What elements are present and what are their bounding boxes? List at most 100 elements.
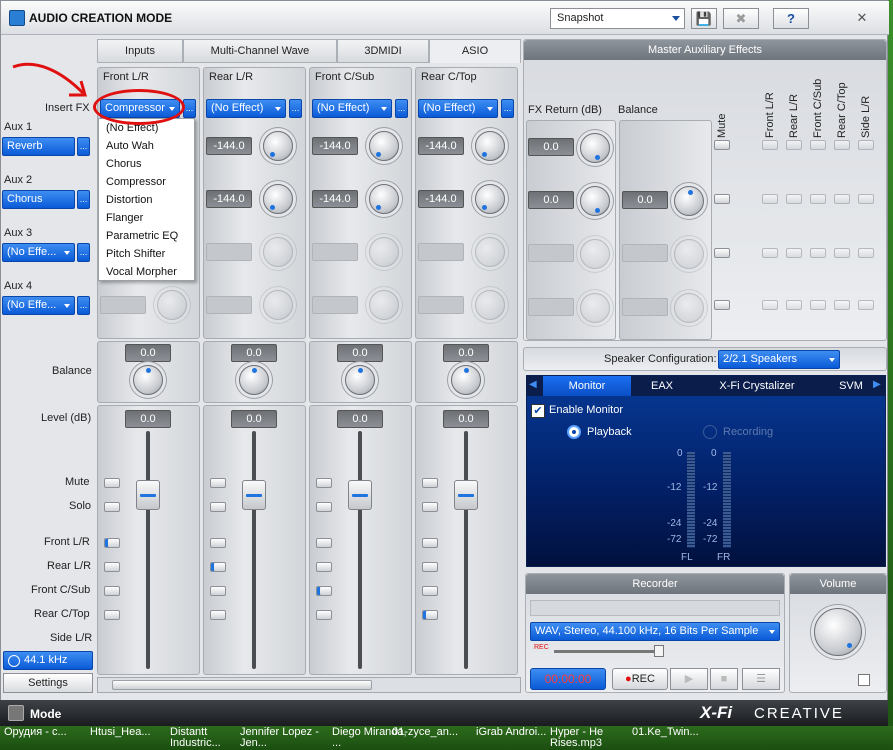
route-button[interactable]: [210, 586, 226, 596]
balance-knob[interactable]: [239, 365, 269, 395]
balance-knob[interactable]: [133, 365, 163, 395]
solo-button[interactable]: [316, 502, 332, 512]
master-route-button[interactable]: [810, 248, 826, 258]
fx-return-knob-2[interactable]: [580, 186, 610, 216]
recorder-position-thumb[interactable]: [654, 645, 664, 657]
solo-button[interactable]: [422, 502, 438, 512]
tab-multi-channel-wave[interactable]: Multi-Channel Wave: [183, 39, 337, 63]
scrollbar-thumb[interactable]: [112, 680, 372, 690]
play-button[interactable]: ▶: [670, 668, 708, 690]
master-route-button[interactable]: [834, 248, 850, 258]
master-route-button[interactable]: [786, 140, 802, 150]
insert-fx-more-button[interactable]: ...: [289, 99, 302, 118]
sample-rate-select[interactable]: 44.1 kHz: [3, 651, 93, 670]
strips-scrollbar[interactable]: [97, 677, 521, 693]
tab-asio[interactable]: ASIO: [429, 39, 521, 63]
level-fader-thumb[interactable]: [136, 480, 160, 510]
solo-button[interactable]: [210, 502, 226, 512]
aux3-more-button[interactable]: ...: [77, 243, 90, 262]
master-mute-button[interactable]: [714, 194, 730, 204]
master-route-button[interactable]: [858, 248, 874, 258]
aux-send-knob[interactable]: [369, 131, 399, 161]
stop-button[interactable]: ■: [710, 668, 738, 690]
master-mute-button[interactable]: [714, 248, 730, 258]
taskbar-item[interactable]: 01.Ke_Twin...: [632, 727, 702, 738]
master-route-button[interactable]: [762, 140, 778, 150]
master-route-button[interactable]: [762, 194, 778, 204]
master-route-button[interactable]: [858, 300, 874, 310]
playback-radio[interactable]: [567, 425, 581, 439]
recorder-format-select[interactable]: WAV, Stereo, 44.100 kHz, 16 Bits Per Sam…: [530, 622, 780, 641]
delete-snapshot-button[interactable]: ✖: [723, 8, 759, 29]
close-button[interactable]: ✕: [847, 8, 877, 29]
route-button[interactable]: [104, 538, 120, 548]
tab-left-arrow-icon[interactable]: ◀: [529, 379, 537, 390]
master-route-button[interactable]: [834, 194, 850, 204]
taskbar-item[interactable]: 01-zyce_an...: [392, 727, 472, 738]
master-route-button[interactable]: [786, 300, 802, 310]
insert-fx-select[interactable]: (No Effect): [312, 99, 392, 118]
level-fader-thumb[interactable]: [454, 480, 478, 510]
level-fader-track[interactable]: [146, 431, 150, 669]
master-route-button[interactable]: [786, 248, 802, 258]
route-button[interactable]: [104, 610, 120, 620]
aux-send-knob[interactable]: [263, 131, 293, 161]
level-fader-thumb[interactable]: [242, 480, 266, 510]
master-mute-button[interactable]: [714, 140, 730, 150]
master-route-button[interactable]: [858, 140, 874, 150]
aux2-more-button[interactable]: ...: [77, 190, 90, 209]
master-route-button[interactable]: [834, 300, 850, 310]
tab-inputs[interactable]: Inputs: [97, 39, 183, 63]
aux3-select[interactable]: (No Effe...: [2, 243, 75, 262]
fx-menu-item[interactable]: Chorus: [99, 155, 194, 173]
insert-fx-more-button[interactable]: ...: [395, 99, 408, 118]
aux1-select[interactable]: Reverb: [2, 137, 75, 156]
master-balance-knob[interactable]: [674, 186, 704, 216]
help-button[interactable]: ?: [773, 8, 809, 29]
fx-menu-item[interactable]: Distortion: [99, 191, 194, 209]
route-button[interactable]: [316, 538, 332, 548]
tab-right-arrow-icon[interactable]: ▶: [873, 379, 881, 390]
volume-knob[interactable]: [814, 608, 862, 656]
aux4-more-button[interactable]: ...: [77, 296, 90, 315]
taskbar-item[interactable]: Орудия - с...: [4, 727, 84, 738]
route-button[interactable]: [210, 610, 226, 620]
tab-svm[interactable]: SVM: [821, 376, 881, 396]
fx-menu-item[interactable]: Compressor: [99, 173, 194, 191]
level-fader-track[interactable]: [464, 431, 468, 669]
mode-icon[interactable]: [8, 705, 24, 721]
master-route-button[interactable]: [810, 300, 826, 310]
level-fader-track[interactable]: [252, 431, 256, 669]
insert-fx-select[interactable]: (No Effect): [206, 99, 286, 118]
level-fader-thumb[interactable]: [348, 480, 372, 510]
route-button[interactable]: [104, 586, 120, 596]
record-button[interactable]: ●REC: [612, 668, 668, 690]
balance-knob[interactable]: [451, 365, 481, 395]
mute-button[interactable]: [422, 478, 438, 488]
master-route-button[interactable]: [834, 140, 850, 150]
balance-knob[interactable]: [345, 365, 375, 395]
fx-menu-item[interactable]: Vocal Morpher: [99, 263, 194, 281]
mute-button[interactable]: [210, 478, 226, 488]
recordings-list-button[interactable]: ☰: [742, 668, 780, 690]
level-fader-track[interactable]: [358, 431, 362, 669]
taskbar-item[interactable]: Hyper - He Rises.mp3: [550, 727, 630, 749]
aux-send-knob[interactable]: [369, 184, 399, 214]
master-route-button[interactable]: [810, 194, 826, 204]
taskbar-item[interactable]: iGrab Androi...: [476, 727, 556, 738]
save-snapshot-button[interactable]: 💾: [691, 8, 717, 29]
tab-eax[interactable]: EAX: [631, 376, 693, 396]
fx-return-knob-1[interactable]: [580, 133, 610, 163]
route-button[interactable]: [422, 586, 438, 596]
fx-menu-item[interactable]: Pitch Shifter: [99, 245, 194, 263]
solo-button[interactable]: [104, 502, 120, 512]
taskbar-item[interactable]: Jennifer Lopez - Jen...: [240, 727, 320, 749]
aux2-select[interactable]: Chorus: [2, 190, 75, 209]
recorder-position-track[interactable]: [554, 650, 664, 653]
master-route-button[interactable]: [810, 140, 826, 150]
route-button[interactable]: [316, 586, 332, 596]
route-button[interactable]: [316, 610, 332, 620]
recording-radio[interactable]: [703, 425, 717, 439]
insert-fx-more-button[interactable]: ...: [501, 99, 514, 118]
settings-button[interactable]: Settings: [3, 673, 93, 693]
